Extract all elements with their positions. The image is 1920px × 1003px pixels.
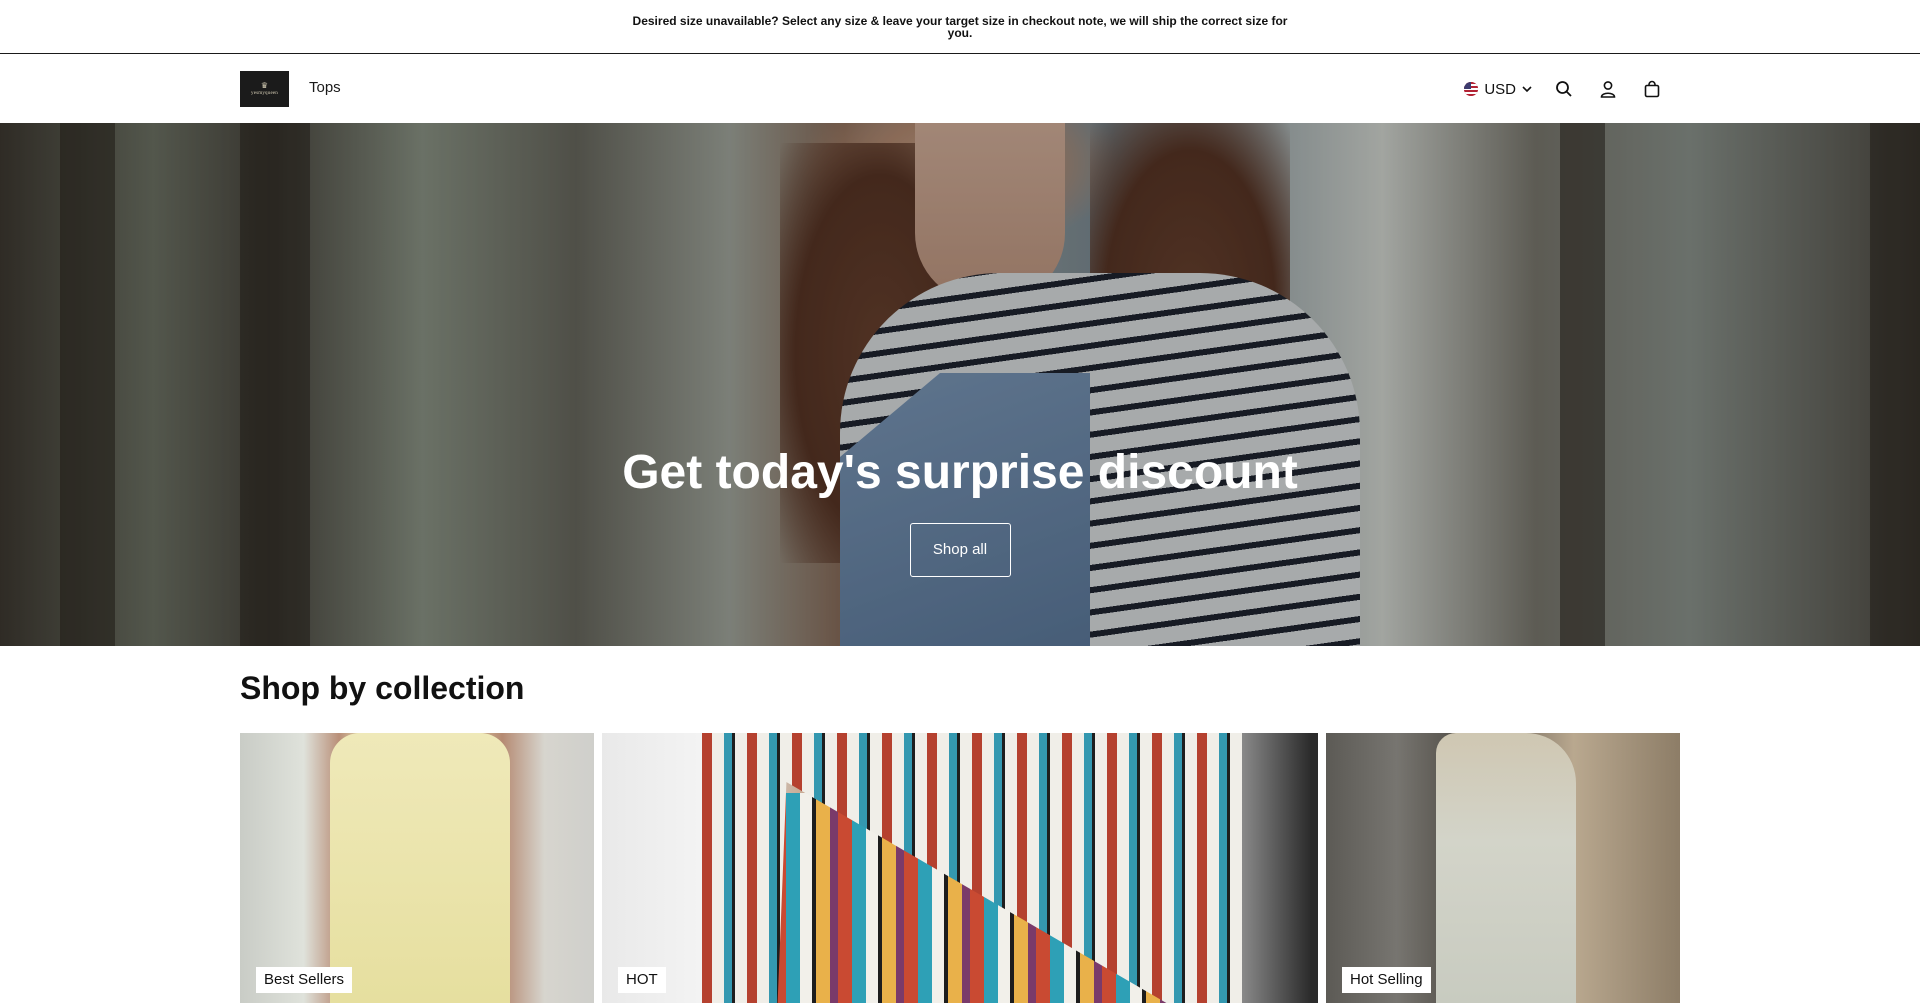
store-logo[interactable]: ♛ yesmyqueen (240, 71, 289, 107)
shop-all-button[interactable]: Shop all (909, 523, 1011, 577)
collection-label: Best Sellers (256, 967, 353, 993)
site-header: ♛ yesmyqueen Tops USD (0, 54, 1920, 122)
header-actions: USD (1464, 71, 1664, 107)
hero-banner: Get today's surprise discount Shop all (0, 123, 1920, 646)
nav-link-tops[interactable]: Tops (309, 79, 341, 96)
hero-content: Get today's surprise discount Shop all (0, 445, 1920, 577)
logo-text: yesmyqueen (251, 90, 278, 96)
collection-card-hot-selling[interactable]: Hot Selling (1326, 733, 1680, 1003)
search-icon[interactable] (1552, 77, 1576, 101)
collection-label: Hot Selling (1342, 967, 1431, 993)
us-flag-icon (1464, 82, 1479, 96)
currency-selector[interactable]: USD (1464, 81, 1532, 98)
announcement-bar: Desired size unavailable? Select any siz… (0, 0, 1920, 54)
collection-card-hot[interactable]: HOT (602, 733, 1318, 1003)
announcement-text: Desired size unavailable? Select any siz… (632, 13, 1288, 40)
currency-label: USD (1484, 80, 1516, 98)
collections-title: Shop by collection (240, 670, 525, 706)
account-icon[interactable] (1596, 77, 1620, 101)
cart-icon[interactable] (1640, 77, 1664, 101)
chevron-down-icon (1522, 86, 1532, 93)
collection-label: HOT (618, 967, 666, 993)
hero-title: Get today's surprise discount (622, 446, 1298, 499)
crown-icon: ♛ (260, 80, 269, 90)
collection-card-best-sellers[interactable]: Best Sellers (240, 733, 594, 1003)
